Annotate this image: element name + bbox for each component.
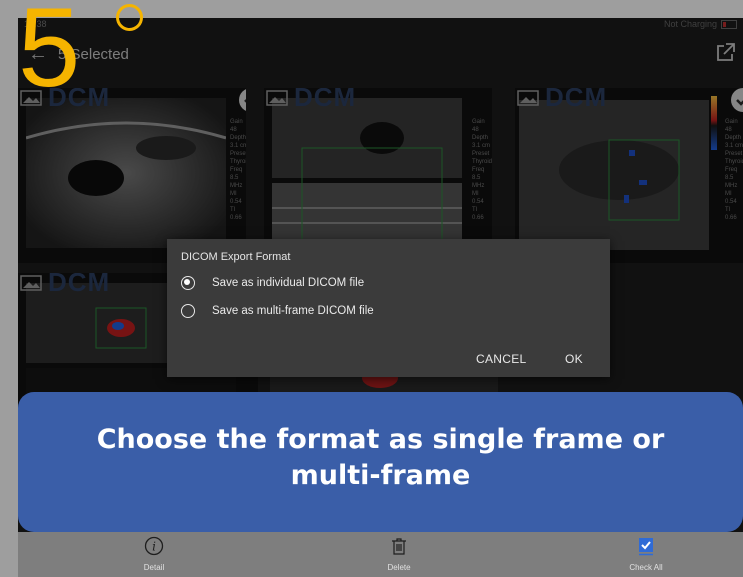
instruction-banner: Choose the format as single frame or mul… <box>18 392 743 532</box>
option-label: Save as multi-frame DICOM file <box>212 305 374 317</box>
check-all-icon <box>639 538 653 556</box>
check-all-label: Check All <box>629 563 663 572</box>
option-label: Save as individual DICOM file <box>212 277 365 289</box>
bottom-toolbar: i Detail Delete Check All <box>18 532 743 577</box>
step-degree-ring <box>116 4 143 31</box>
cancel-button[interactable]: CANCEL <box>476 352 526 366</box>
option-individual-dicom[interactable]: Save as individual DICOM file <box>181 273 364 293</box>
trash-icon <box>392 538 406 555</box>
info-icon: i <box>144 536 164 556</box>
detail-button[interactable]: i Detail <box>114 536 194 572</box>
radio-unselected-icon[interactable] <box>181 304 195 318</box>
delete-label: Delete <box>387 563 411 572</box>
dicom-export-dialog: DICOM Export Format Save as individual D… <box>167 239 610 377</box>
instruction-text: Choose the format as single frame or mul… <box>96 424 665 491</box>
dialog-title: DICOM Export Format <box>181 251 291 263</box>
option-multiframe-dicom[interactable]: Save as multi-frame DICOM file <box>181 301 374 321</box>
radio-selected-icon[interactable] <box>181 276 195 290</box>
step-number: 5 <box>18 0 81 110</box>
check-all-button[interactable]: Check All <box>606 536 686 572</box>
delete-button[interactable]: Delete <box>359 536 439 572</box>
svg-text:i: i <box>152 540 156 554</box>
detail-label: Detail <box>143 563 165 572</box>
ok-button[interactable]: OK <box>565 352 583 366</box>
